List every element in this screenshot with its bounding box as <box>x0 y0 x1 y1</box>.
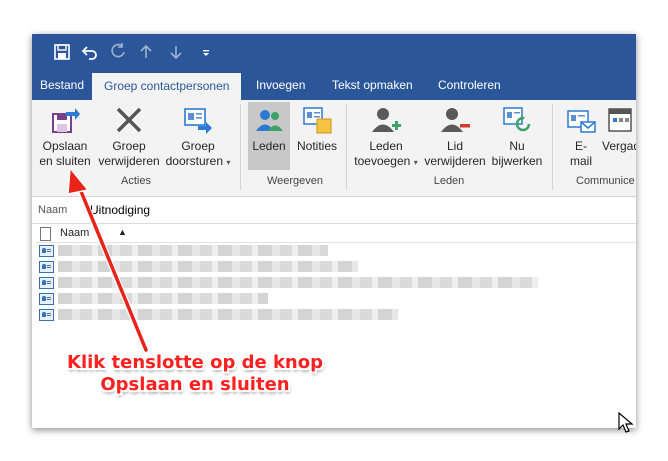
tab-bestand[interactable]: Bestand <box>40 70 84 100</box>
remove-member-label-2: verwijderen <box>424 154 486 168</box>
forward-group-label-1: Groep <box>181 139 215 153</box>
tab-invoegen[interactable]: Invoegen <box>256 70 305 100</box>
customize-icon[interactable] <box>196 42 216 62</box>
tab-controleren[interactable]: Controleren <box>438 70 501 100</box>
up-arrow-icon[interactable] <box>136 42 156 62</box>
save-and-close-button[interactable]: Opslaan en sluiten <box>38 102 92 170</box>
list-item[interactable] <box>36 307 636 323</box>
annotation-callout: Klik tenslotte op de knop Opslaan en slu… <box>0 352 390 396</box>
delete-group-button[interactable]: Groep verwijderen <box>96 102 162 170</box>
document-icon <box>40 227 51 241</box>
remove-member-button[interactable]: Lid verwijderen <box>422 102 488 170</box>
remove-member-label-1: Lid <box>446 139 463 153</box>
group-label-communicatie: Communice <box>576 175 635 187</box>
tab-groep-contactpersonen[interactable]: Groep contactpersonen <box>92 73 242 103</box>
add-members-label-1: Leden <box>369 139 403 153</box>
list-item[interactable] <box>36 291 636 307</box>
email-button[interactable]: E- mail <box>562 102 600 170</box>
tab-tekst-opmaken[interactable]: Tekst opmaken <box>332 70 413 100</box>
group-separator <box>552 104 553 190</box>
save-close-icon <box>52 108 80 133</box>
group-name-bar: Naam Uitnodiging <box>32 197 636 224</box>
annotation-line-2: Opslaan en sluiten <box>100 374 290 395</box>
group-label-leden: Leden <box>433 175 465 187</box>
mouse-pointer-icon <box>618 412 634 433</box>
blurred-name <box>58 245 328 256</box>
email-label-1: E- <box>575 139 587 153</box>
contact-card-icon <box>39 309 54 321</box>
update-now-icon <box>503 107 531 132</box>
blurred-name <box>58 277 538 288</box>
annotation-line-1: Klik tenslotte op de knop <box>67 352 323 373</box>
notes-button[interactable]: Notities <box>292 102 342 170</box>
email-icon <box>567 110 596 133</box>
ribbon: Opslaan en sluiten Groep verwijderen Gro… <box>32 100 636 197</box>
chevron-down-icon: ▾ <box>413 158 418 167</box>
update-now-button[interactable]: Nu bijwerken <box>488 102 546 170</box>
group-label-weergeven: Weergeven <box>266 175 324 187</box>
contact-card-icon <box>39 261 54 273</box>
contact-card-icon <box>39 293 54 305</box>
group-separator <box>240 104 241 190</box>
email-label-2: mail <box>569 154 592 168</box>
members-view-button[interactable]: Leden <box>248 102 290 170</box>
meeting-icon <box>608 108 632 132</box>
list-item[interactable] <box>36 259 636 275</box>
delete-group-label-1: Groep <box>112 139 146 153</box>
list-item[interactable] <box>36 275 636 291</box>
blurred-name <box>58 293 268 304</box>
contact-card-icon <box>39 245 54 257</box>
member-list-header: Naam ▲ <box>36 226 636 243</box>
name-field-value[interactable]: Uitnodiging <box>90 203 150 217</box>
column-header-naam[interactable]: Naam <box>60 227 89 239</box>
undo-icon[interactable] <box>80 42 100 62</box>
members-icon <box>256 110 283 131</box>
add-member-icon <box>372 108 401 132</box>
members-view-label: Leden <box>252 139 286 153</box>
remove-member-icon <box>441 108 470 132</box>
notes-label: Notities <box>296 139 337 153</box>
group-label-acties: Acties <box>121 175 151 187</box>
update-now-label-2: bijwerken <box>491 154 543 168</box>
meeting-label: Vergad <box>602 139 636 153</box>
list-item[interactable] <box>36 243 636 259</box>
save-and-close-label-1: Opslaan <box>42 139 88 153</box>
blurred-name <box>58 261 358 272</box>
blurred-name <box>58 309 398 320</box>
save-and-close-label-2: en sluiten <box>39 154 91 168</box>
group-separator <box>346 104 347 190</box>
redo-icon[interactable] <box>108 42 128 62</box>
delete-x-icon <box>116 107 142 133</box>
contact-card-icon <box>39 277 54 289</box>
name-field-label: Naam <box>38 204 68 216</box>
save-icon[interactable] <box>52 42 72 62</box>
forward-group-label-2: doorsturen <box>165 154 223 168</box>
notes-icon <box>303 107 332 134</box>
delete-group-label-2: verwijderen <box>98 154 160 168</box>
chevron-down-icon: ▾ <box>226 158 231 167</box>
forward-group-button[interactable]: Groep doorsturen ▾ <box>164 102 232 170</box>
update-now-label-1: Nu <box>509 139 525 153</box>
add-members-button[interactable]: Leden toevoegen ▾ <box>352 102 420 170</box>
forward-group-icon <box>184 108 212 134</box>
sort-ascending-icon: ▲ <box>118 227 127 237</box>
ribbon-tabs: Bestand Groep contactpersonen Invoegen T… <box>32 70 636 103</box>
quick-access-toolbar <box>32 34 636 70</box>
down-arrow-icon[interactable] <box>166 42 186 62</box>
add-members-label-2: toevoegen <box>354 154 411 168</box>
meeting-button[interactable]: Vergad <box>602 102 636 170</box>
